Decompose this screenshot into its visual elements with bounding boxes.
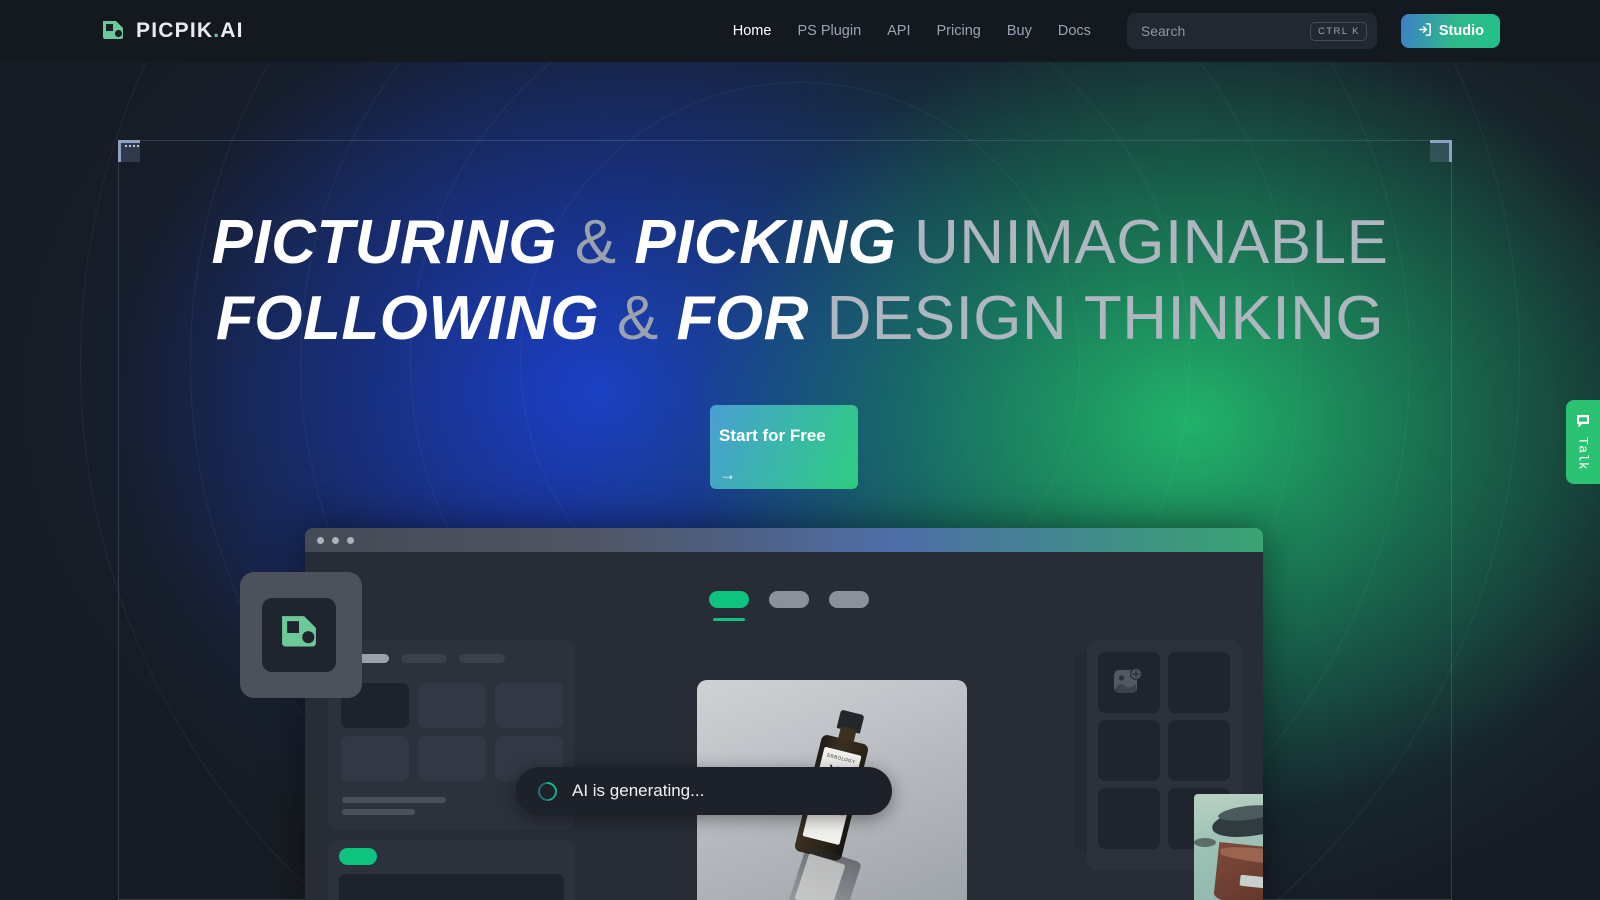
- headline-word-for: FOR: [676, 284, 809, 353]
- add-image-icon: [1113, 667, 1143, 696]
- mockup-thumbnail-grid: [341, 683, 563, 781]
- headline-word-picking: PICKING: [634, 208, 897, 277]
- brand-logo[interactable]: PICPIK.AI: [100, 18, 244, 44]
- headline-word-design-thinking: DESIGN THINKING: [826, 284, 1385, 353]
- headline-line-1: PICTURING & PICKING UNIMAGINABLE: [0, 212, 1600, 274]
- mockup-skeleton-box: [339, 874, 564, 900]
- headline-amp-2: &: [616, 284, 659, 353]
- window-dot-close: [317, 536, 324, 544]
- skeleton-tab-2: [401, 654, 447, 663]
- skeleton-text-line: [342, 797, 446, 803]
- skeleton-text-line: [342, 809, 415, 815]
- start-for-free-button[interactable]: Start for Free →: [710, 405, 858, 489]
- loading-spinner-icon: [534, 777, 561, 805]
- brand-name: PICPIK.AI: [136, 19, 244, 43]
- cta-label: Start for Free: [719, 425, 826, 445]
- studio-button-label: Studio: [1438, 23, 1484, 39]
- search-placeholder: Search: [1140, 23, 1186, 39]
- mockup-tab-1[interactable]: [709, 591, 749, 608]
- floating-thumbnail-image[interactable]: [1194, 794, 1263, 900]
- headline-line-2: FOLLOWING & FOR DESIGN THINKING: [0, 288, 1600, 350]
- headline-word-picturing: PICTURING: [211, 208, 558, 277]
- grid-cell[interactable]: [418, 683, 486, 728]
- upload-cell-5[interactable]: [1098, 788, 1160, 849]
- floating-logo-inner: [262, 598, 336, 672]
- main-navigation: Home PS Plugin API Pricing Buy Docs: [733, 23, 1091, 39]
- upload-cell-3[interactable]: [1098, 720, 1160, 781]
- grid-cell[interactable]: [418, 736, 486, 781]
- hero-headline: PICTURING & PICKING UNIMAGINABLE FOLLOWI…: [0, 212, 1600, 350]
- login-enter-icon: [1417, 22, 1432, 41]
- page-root: PICPIK.AI Home PS Plugin API Pricing Buy…: [0, 0, 1600, 900]
- upload-cell-2[interactable]: [1168, 652, 1230, 713]
- window-dot-minimize: [332, 536, 339, 544]
- nav-item-pricing[interactable]: Pricing: [937, 23, 981, 39]
- grid-cell[interactable]: [341, 736, 409, 781]
- chat-bubble-icon: [1575, 413, 1591, 434]
- search-shortcut-badge: CTRL K: [1310, 21, 1367, 41]
- mockup-green-badge: [339, 848, 377, 865]
- bottle-brand-label: ERBOLOGY: [826, 752, 856, 765]
- mockup-tabs: [709, 591, 869, 608]
- upload-cell-4[interactable]: [1168, 720, 1230, 781]
- toast-message: AI is generating...: [572, 781, 705, 800]
- mockup-tab-3[interactable]: [829, 591, 869, 608]
- grid-cell[interactable]: [495, 683, 563, 728]
- nav-item-docs[interactable]: Docs: [1058, 23, 1091, 39]
- nav-item-home[interactable]: Home: [733, 23, 772, 39]
- floating-logo-card: [240, 572, 362, 698]
- headline-word-unimaginable: UNIMAGINABLE: [913, 208, 1389, 277]
- brand-name-main: PICPIK: [136, 19, 214, 42]
- picpik-tag-logo-icon: [100, 18, 126, 44]
- mockup-tab-2[interactable]: [769, 591, 809, 608]
- app-mockup-window: ERBOLOGY HEMP SEED ORGANIC & COLD-PRESSE…: [305, 528, 1263, 900]
- nav-item-ps-plugin[interactable]: PS Plugin: [797, 23, 861, 39]
- ai-generating-toast: AI is generating...: [516, 767, 892, 815]
- window-dot-maximize: [347, 536, 354, 544]
- mockup-skeleton-tabs: [343, 654, 505, 663]
- picpik-tag-logo-icon: [277, 611, 321, 660]
- mockup-body: ERBOLOGY HEMP SEED ORGANIC & COLD-PRESSE…: [305, 552, 1263, 900]
- studio-button[interactable]: Studio: [1400, 14, 1500, 48]
- headline-amp-1: &: [574, 208, 617, 277]
- mockup-title-bar: [305, 528, 1263, 552]
- nav-item-api[interactable]: API: [887, 23, 910, 39]
- site-header: PICPIK.AI Home PS Plugin API Pricing Buy…: [0, 0, 1600, 62]
- arrow-right-icon: →: [719, 464, 736, 484]
- brand-name-suffix: AI: [220, 19, 244, 42]
- skeleton-tab-3: [459, 654, 505, 663]
- search-input[interactable]: Search CTRL K: [1126, 13, 1377, 49]
- nav-item-buy[interactable]: Buy: [1007, 23, 1032, 39]
- talk-widget-button[interactable]: Talk: [1566, 400, 1600, 484]
- talk-widget-label: Talk: [1575, 437, 1591, 471]
- mockup-tab-active-underline: [713, 618, 745, 621]
- headline-word-following: FOLLOWING: [215, 284, 600, 353]
